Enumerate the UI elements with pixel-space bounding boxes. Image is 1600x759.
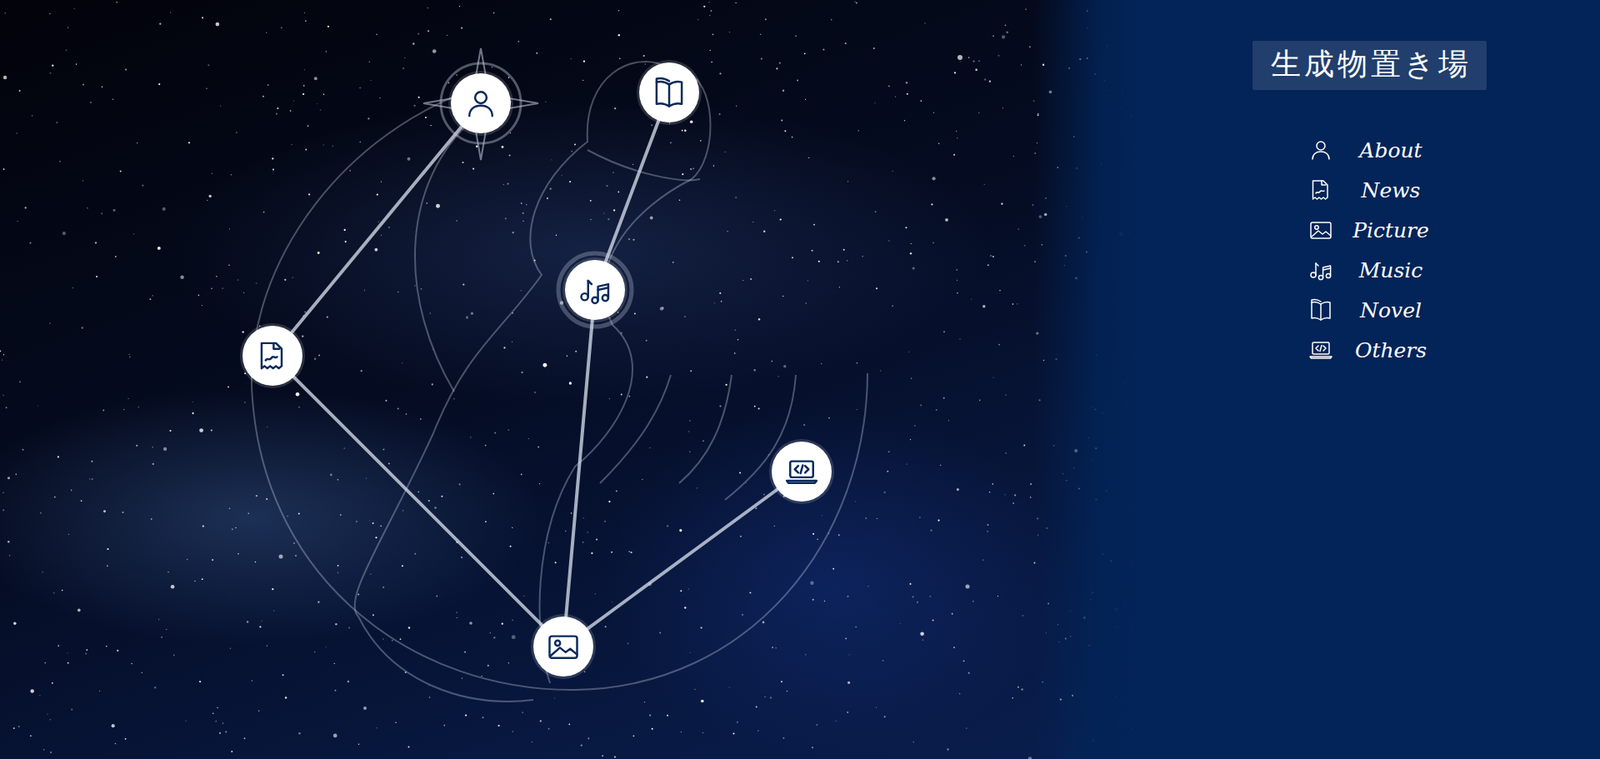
nav-item[interactable]: About xyxy=(1307,133,1431,167)
nav-item[interactable]: Music xyxy=(1307,253,1431,287)
diagram-node[interactable] xyxy=(533,616,594,677)
nav-label[interactable]: About xyxy=(1350,138,1431,163)
nav-label[interactable]: Music xyxy=(1350,258,1431,283)
page: 生成物置き場 About News Picture Music Novel Others xyxy=(0,0,1600,759)
diagram-node[interactable] xyxy=(450,73,511,134)
diagram-node[interactable] xyxy=(639,62,700,123)
nav-item[interactable]: Picture xyxy=(1307,213,1431,247)
laptop-code-icon xyxy=(1307,336,1335,364)
constellation-stage xyxy=(0,0,1139,759)
music-icon xyxy=(576,271,614,309)
diagram-node[interactable] xyxy=(771,441,832,502)
diagram-node[interactable] xyxy=(242,325,303,386)
nav-item[interactable]: Others xyxy=(1307,333,1431,367)
news-icon xyxy=(1307,176,1335,204)
nav-label[interactable]: Others xyxy=(1350,338,1431,363)
panel-fade xyxy=(0,0,1600,759)
picture-icon xyxy=(1307,216,1335,244)
person-icon xyxy=(1307,136,1335,164)
music-icon xyxy=(1307,256,1335,284)
nav-item[interactable]: News xyxy=(1307,173,1431,207)
nav-item[interactable]: Novel xyxy=(1307,293,1431,327)
site-title: 生成物置き場 xyxy=(1252,40,1487,90)
news-icon xyxy=(254,337,291,375)
diagram-node[interactable] xyxy=(565,260,625,320)
nav-menu: About News Picture Music Novel Others xyxy=(1307,133,1431,367)
book-icon xyxy=(1307,296,1335,324)
book-icon xyxy=(650,74,688,111)
nav-label[interactable]: Picture xyxy=(1350,218,1431,243)
nav-label[interactable]: News xyxy=(1350,178,1431,203)
picture-icon xyxy=(545,628,582,665)
person-icon xyxy=(462,85,500,122)
nav-label[interactable]: Novel xyxy=(1350,298,1431,323)
side-panel: 生成物置き場 About News Picture Music Novel Others xyxy=(1138,0,1600,759)
laptop-code-icon xyxy=(783,453,820,490)
